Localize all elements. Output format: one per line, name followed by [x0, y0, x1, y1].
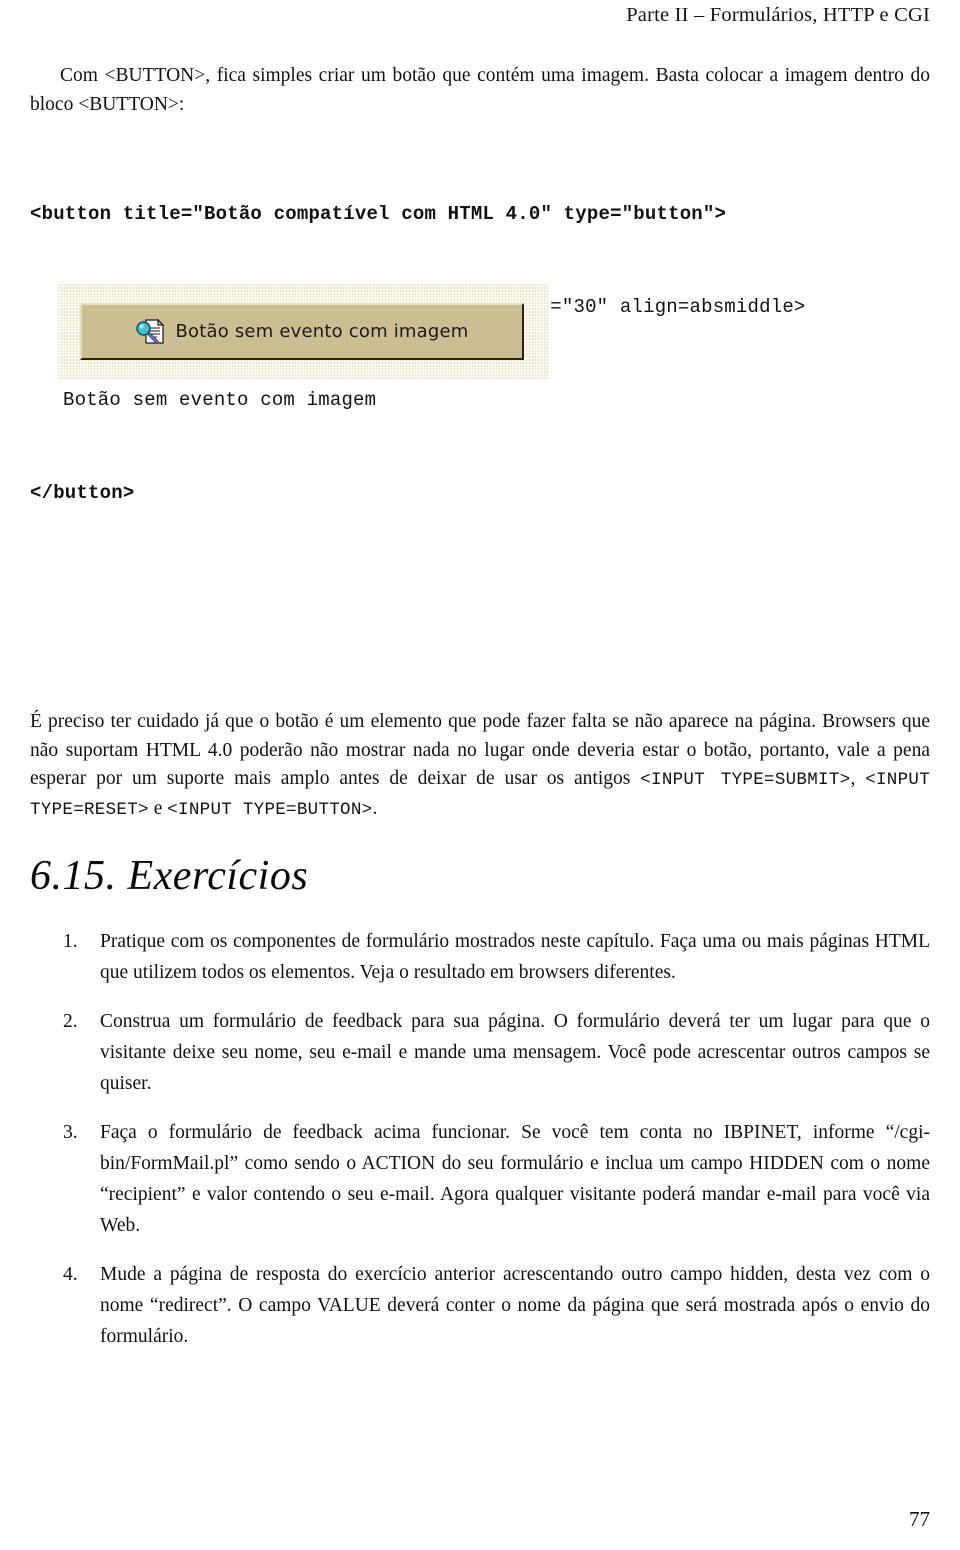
note-sep-1: , [850, 768, 866, 789]
list-item: 1. Pratique com os componentes de formul… [30, 926, 930, 988]
page-number: 77 [909, 1507, 930, 1531]
code-line-4: </button> [30, 482, 135, 504]
list-item: 2. Construa um formulário de feedback pa… [30, 1006, 930, 1099]
section-heading: 6.15. Exercícios [30, 853, 309, 899]
screenshot-spacer [30, 571, 930, 708]
code-input-submit: <INPUT TYPE=SUBMIT> [640, 770, 851, 790]
list-item-text: Mude a página de resposta do exercício a… [100, 1264, 930, 1347]
list-item-number: 3. [63, 1122, 78, 1143]
page-content: Com <BUTTON>, fica simples criar um botã… [30, 62, 930, 1370]
note-sep-3: . [372, 797, 378, 819]
list-item-text: Faça o formulário de feedback acima func… [100, 1122, 930, 1236]
list-item: 3. Faça o formulário de feedback acima f… [30, 1117, 930, 1241]
code-line-3: Botão sem evento com imagem [63, 389, 377, 411]
intro-paragraph: Com <BUTTON>, fica simples criar um botã… [30, 65, 930, 115]
document-page: Parte II – Formulários, HTTP e CGI Com <… [0, 0, 960, 1550]
list-item-number: 1. [63, 931, 78, 952]
rendered-button-label: Botão sem evento com imagem [175, 321, 469, 342]
list-item-number: 2. [63, 1011, 78, 1032]
list-item-text: Construa um formulário de feedback para … [100, 1011, 930, 1094]
code-line-1: <button title="Botão compatível com HTML… [30, 203, 727, 225]
list-item-text: Pratique com os componentes de formulári… [100, 931, 930, 983]
running-head: Parte II – Formulários, HTTP e CGI [626, 4, 930, 26]
heading-spacer [30, 824, 930, 852]
note-paragraph: É preciso ter cuidado já que o botão é u… [30, 708, 930, 824]
rendered-button[interactable]: Botão sem evento com imagem [80, 303, 524, 360]
browser-screenshot: Botão sem evento com imagem [58, 283, 548, 380]
code-input-button: <INPUT TYPE=BUTTON> [167, 799, 373, 820]
exercise-list: 1. Pratique com os componentes de formul… [30, 926, 930, 1352]
find-document-icon [136, 318, 165, 344]
list-item-number: 4. [63, 1264, 78, 1285]
list-item: 4. Mude a página de resposta do exercíci… [30, 1259, 930, 1352]
note-sep-2: e [148, 797, 168, 819]
